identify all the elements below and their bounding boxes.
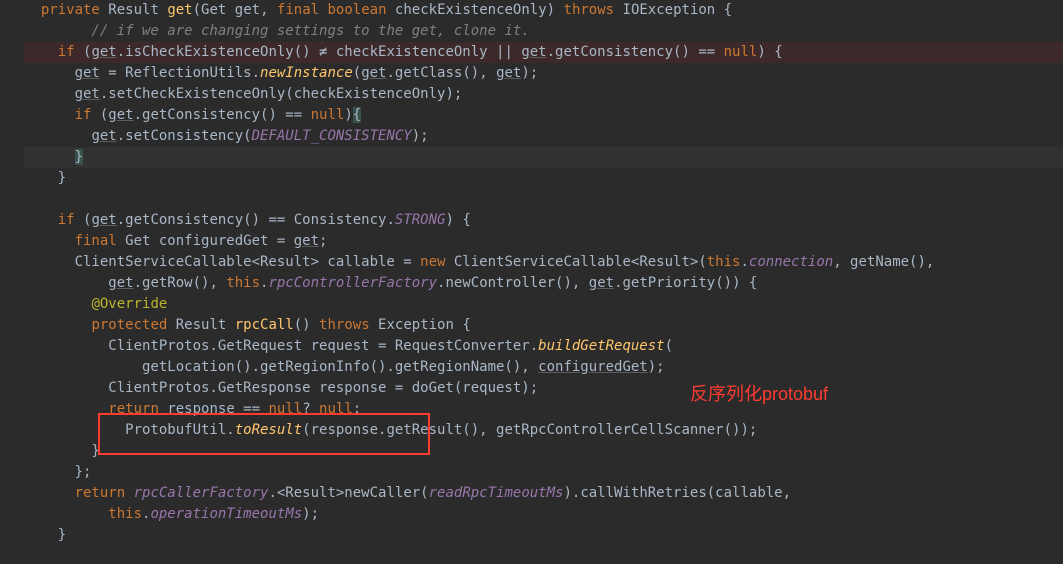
code-line: } — [24, 525, 1063, 546]
code-line: protected Result rpcCall() throws Except… — [24, 315, 1063, 336]
code-line: } — [24, 441, 1063, 462]
code-line: get.setCheckExistenceOnly(checkExistence… — [24, 84, 1063, 105]
code-line: get.setConsistency(DEFAULT_CONSISTENCY); — [24, 126, 1063, 147]
code-line: private Result get(Get get, final boolea… — [24, 0, 1063, 21]
code-line: // if we are changing settings to the ge… — [24, 21, 1063, 42]
code-line: ClientProtos.GetRequest request = Reques… — [24, 336, 1063, 357]
code-line: get.getRow(), this.rpcControllerFactory.… — [24, 273, 1063, 294]
code-line: @Override — [24, 294, 1063, 315]
code-line-cursor: } — [24, 147, 1063, 168]
code-line: ProtobufUtil.toResult(response.getResult… — [24, 420, 1063, 441]
code-line: ClientServiceCallable<Result> callable =… — [24, 252, 1063, 273]
code-line-highlighted: if (get.isCheckExistenceOnly() ≠ checkEx… — [24, 42, 1063, 63]
code-line: this.operationTimeoutMs); — [24, 504, 1063, 525]
code-line: if (get.getConsistency() == Consistency.… — [24, 210, 1063, 231]
code-editor[interactable]: private Result get(Get get, final boolea… — [0, 0, 1063, 546]
code-line: return response == null? null: — [24, 399, 1063, 420]
code-line-blank — [24, 189, 1063, 210]
code-line: getLocation().getRegionInfo().getRegionN… — [24, 357, 1063, 378]
code-line: return rpcCallerFactory.<Result>newCalle… — [24, 483, 1063, 504]
code-line: if (get.getConsistency() == null){ — [24, 105, 1063, 126]
code-line: ClientProtos.GetResponse response = doGe… — [24, 378, 1063, 399]
comment: // if we are changing settings to the ge… — [58, 23, 530, 39]
code-line: get = ReflectionUtils.newInstance(get.ge… — [24, 63, 1063, 84]
code-line: final Get configuredGet = get; — [24, 231, 1063, 252]
annotation-label: 反序列化protobuf — [690, 384, 828, 405]
code-line: }; — [24, 462, 1063, 483]
code-line: } — [24, 168, 1063, 189]
